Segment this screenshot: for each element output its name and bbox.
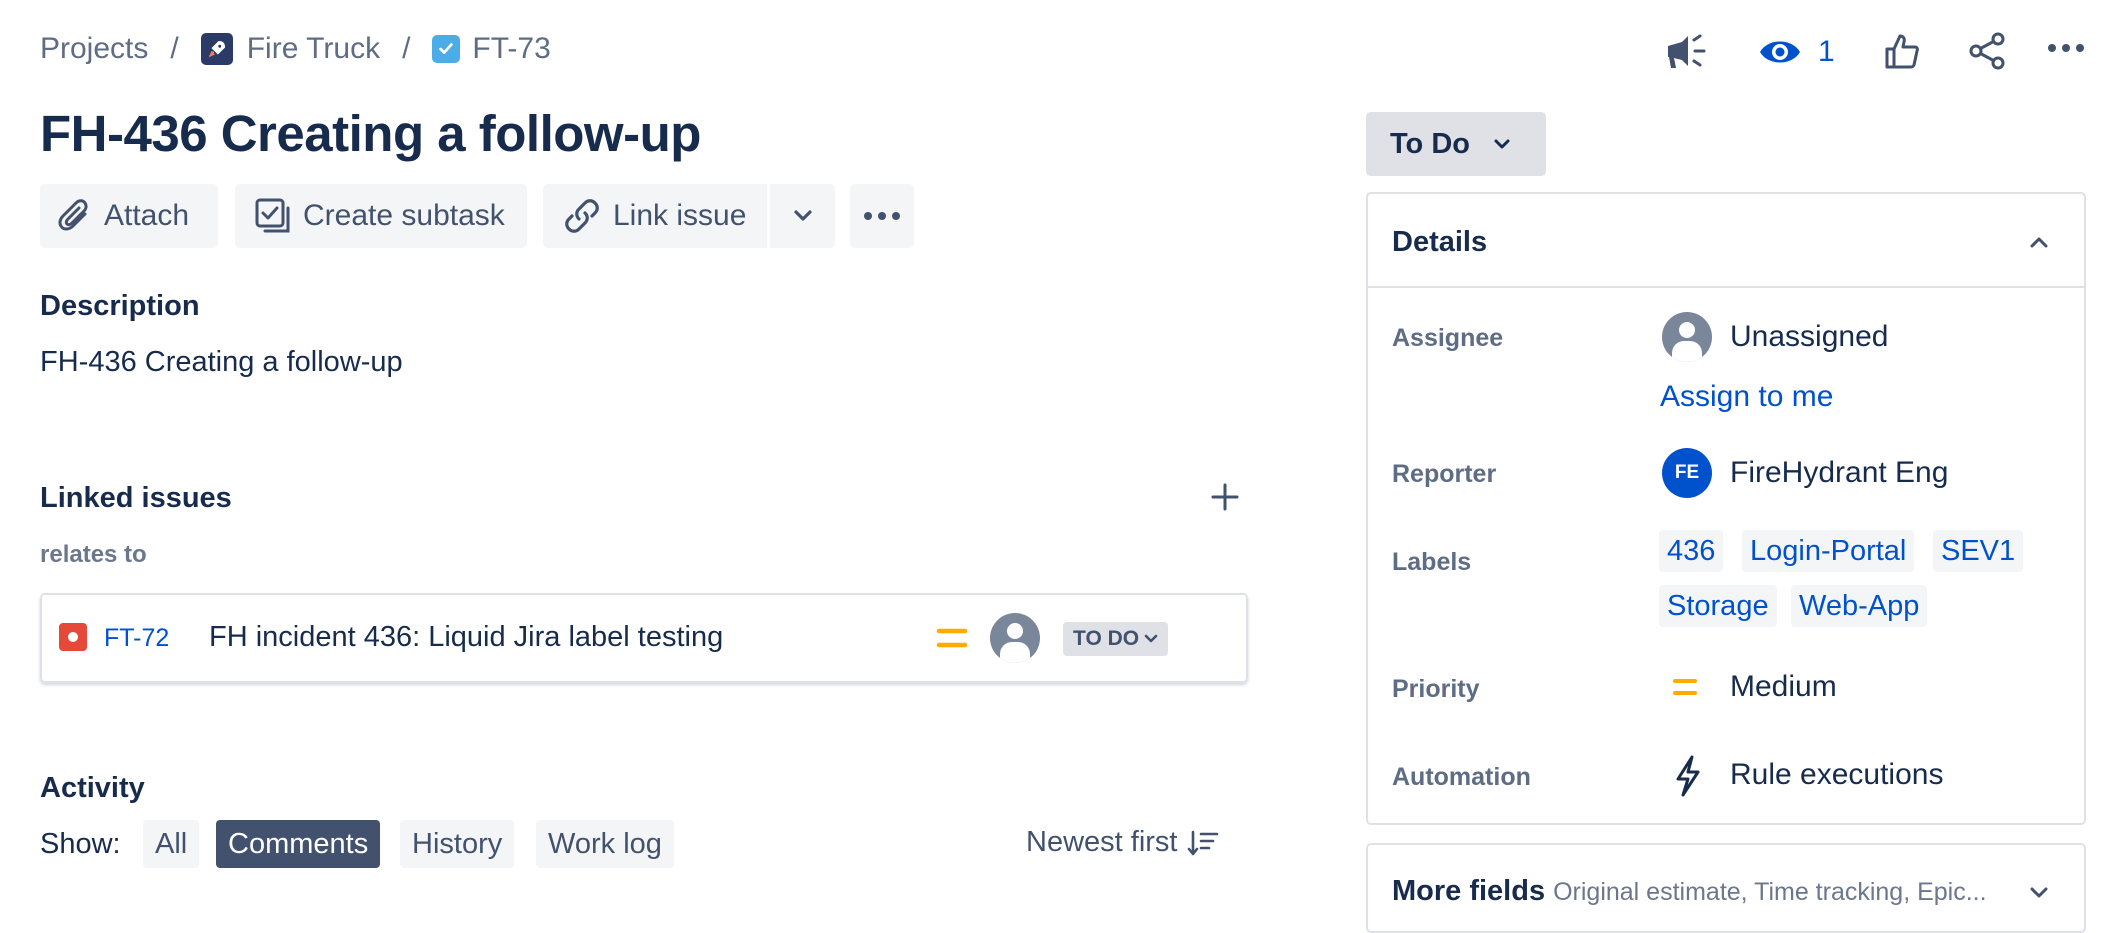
- linked-issue-card[interactable]: FT-72 FH incident 436: Liquid Jira label…: [40, 593, 1248, 683]
- activity-filter-history[interactable]: History: [400, 820, 515, 868]
- subtask-icon: [255, 198, 290, 233]
- feedback-button[interactable]: [1664, 32, 1708, 72]
- label-chip[interactable]: SEV1: [1933, 530, 2024, 572]
- chevron-down-icon: [1144, 634, 1158, 643]
- link-issue-button[interactable]: Link issue: [543, 184, 767, 248]
- more-fields-heading: More fields: [1392, 875, 1546, 907]
- linked-issue-status-label: TO DO: [1073, 627, 1140, 650]
- watch-button[interactable]: 1: [1758, 30, 1835, 74]
- description-text[interactable]: FH-436 Creating a follow-up: [40, 346, 403, 379]
- watch-count: 1: [1818, 35, 1835, 68]
- label-chip[interactable]: 436: [1659, 530, 1724, 572]
- label-chip[interactable]: Login-Portal: [1742, 530, 1915, 572]
- create-subtask-button[interactable]: Create subtask: [235, 184, 527, 248]
- activity-filter-comments[interactable]: Comments: [216, 820, 381, 868]
- activity-heading: Activity: [40, 772, 145, 804]
- breadcrumb-separator: /: [402, 32, 411, 65]
- more-actions-button[interactable]: [2046, 42, 2086, 54]
- vote-button[interactable]: [1884, 32, 1920, 70]
- reporter-avatar: FE: [1662, 448, 1712, 498]
- assignee-label: Assignee: [1392, 324, 1504, 352]
- thumbs-up-icon: [1885, 34, 1919, 69]
- assign-to-me-link[interactable]: Assign to me: [1660, 380, 1833, 414]
- chevron-up-icon[interactable]: [2030, 236, 2048, 248]
- automation-label: Automation: [1392, 763, 1531, 791]
- breadcrumb-project-link[interactable]: Fire Truck: [247, 32, 380, 66]
- status-label: To Do: [1390, 127, 1470, 160]
- reporter-initials: FE: [1674, 462, 1700, 483]
- eye-icon: [1760, 41, 1800, 63]
- labels-label: Labels: [1392, 548, 1472, 576]
- linked-issue-status[interactable]: TO DO: [1063, 622, 1169, 656]
- add-linked-issue-button[interactable]: [1210, 482, 1240, 512]
- attach-label: Attach: [104, 199, 190, 232]
- reporter-value[interactable]: FireHydrant Eng: [1730, 456, 1948, 490]
- priority-medium-icon: [1672, 677, 1698, 697]
- avatar-icon: [990, 613, 1040, 663]
- link-icon: [565, 199, 599, 233]
- label-chip[interactable]: Web-App: [1791, 585, 1928, 627]
- attach-button[interactable]: Attach: [40, 184, 218, 248]
- label-chip[interactable]: Storage: [1659, 585, 1777, 627]
- activity-filter-work-log[interactable]: Work log: [536, 820, 674, 868]
- sort-icon: [1188, 830, 1219, 855]
- details-heading: Details: [1392, 226, 1488, 258]
- breadcrumb: Projects / Fire Truck / FT-73: [40, 32, 551, 66]
- activity-show-label: Show:: [40, 828, 121, 860]
- linked-issues-heading: Linked issues: [40, 482, 232, 514]
- activity-filter-all[interactable]: All: [143, 820, 200, 868]
- description-heading: Description: [40, 290, 200, 322]
- issue-title[interactable]: FH-436 Creating a follow-up: [40, 104, 701, 163]
- more-icon: [2048, 44, 2084, 52]
- bug-icon: [59, 623, 87, 651]
- chevron-down-icon: [2030, 887, 2048, 898]
- details-panel: Details: [1366, 192, 2086, 825]
- lightning-icon: [1674, 755, 1702, 797]
- more-fields-summary: Original estimate, Time tracking, Epic..…: [1553, 878, 1987, 906]
- chevron-down-icon: [793, 210, 812, 221]
- breadcrumb-separator: /: [170, 32, 179, 65]
- details-header[interactable]: Details: [1368, 194, 2084, 288]
- breadcrumb-projects-link[interactable]: Projects: [40, 32, 148, 66]
- sort-label: Newest first: [1026, 826, 1178, 858]
- toolbar-more-button[interactable]: [850, 184, 914, 248]
- status-dropdown[interactable]: To Do: [1366, 112, 1546, 176]
- rocket-icon: [200, 33, 233, 65]
- breadcrumb-issue-link[interactable]: FT-73: [472, 32, 550, 66]
- sort-button[interactable]: Newest first: [1026, 826, 1219, 859]
- priority-label: Priority: [1392, 675, 1480, 703]
- task-checkbox-icon: [432, 35, 461, 63]
- share-button[interactable]: [1968, 32, 2006, 70]
- priority-medium-icon: [936, 627, 968, 649]
- linked-issue-key[interactable]: FT-72: [104, 624, 169, 653]
- chevron-down-icon: [1494, 139, 1510, 148]
- share-icon: [1969, 32, 2005, 70]
- priority-value[interactable]: Medium: [1730, 670, 1837, 704]
- automation-value[interactable]: Rule executions: [1730, 758, 1943, 792]
- plus-icon: [1211, 483, 1239, 511]
- link-issue-dropdown-button[interactable]: [770, 184, 835, 248]
- reporter-label: Reporter: [1392, 460, 1497, 488]
- link-issue-label: Link issue: [613, 199, 747, 232]
- assignee-value[interactable]: Unassigned: [1730, 320, 1888, 354]
- more-icon: [864, 212, 900, 220]
- link-relation-label: relates to: [40, 541, 147, 568]
- megaphone-icon: [1668, 34, 1706, 68]
- avatar-icon: [1662, 312, 1712, 362]
- paperclip-icon: [58, 199, 88, 231]
- linked-issue-summary[interactable]: FH incident 436: Liquid Jira label testi…: [209, 621, 723, 654]
- more-fields-panel[interactable]: More fields Original estimate, Time trac…: [1366, 843, 2086, 933]
- create-subtask-label: Create subtask: [303, 199, 505, 232]
